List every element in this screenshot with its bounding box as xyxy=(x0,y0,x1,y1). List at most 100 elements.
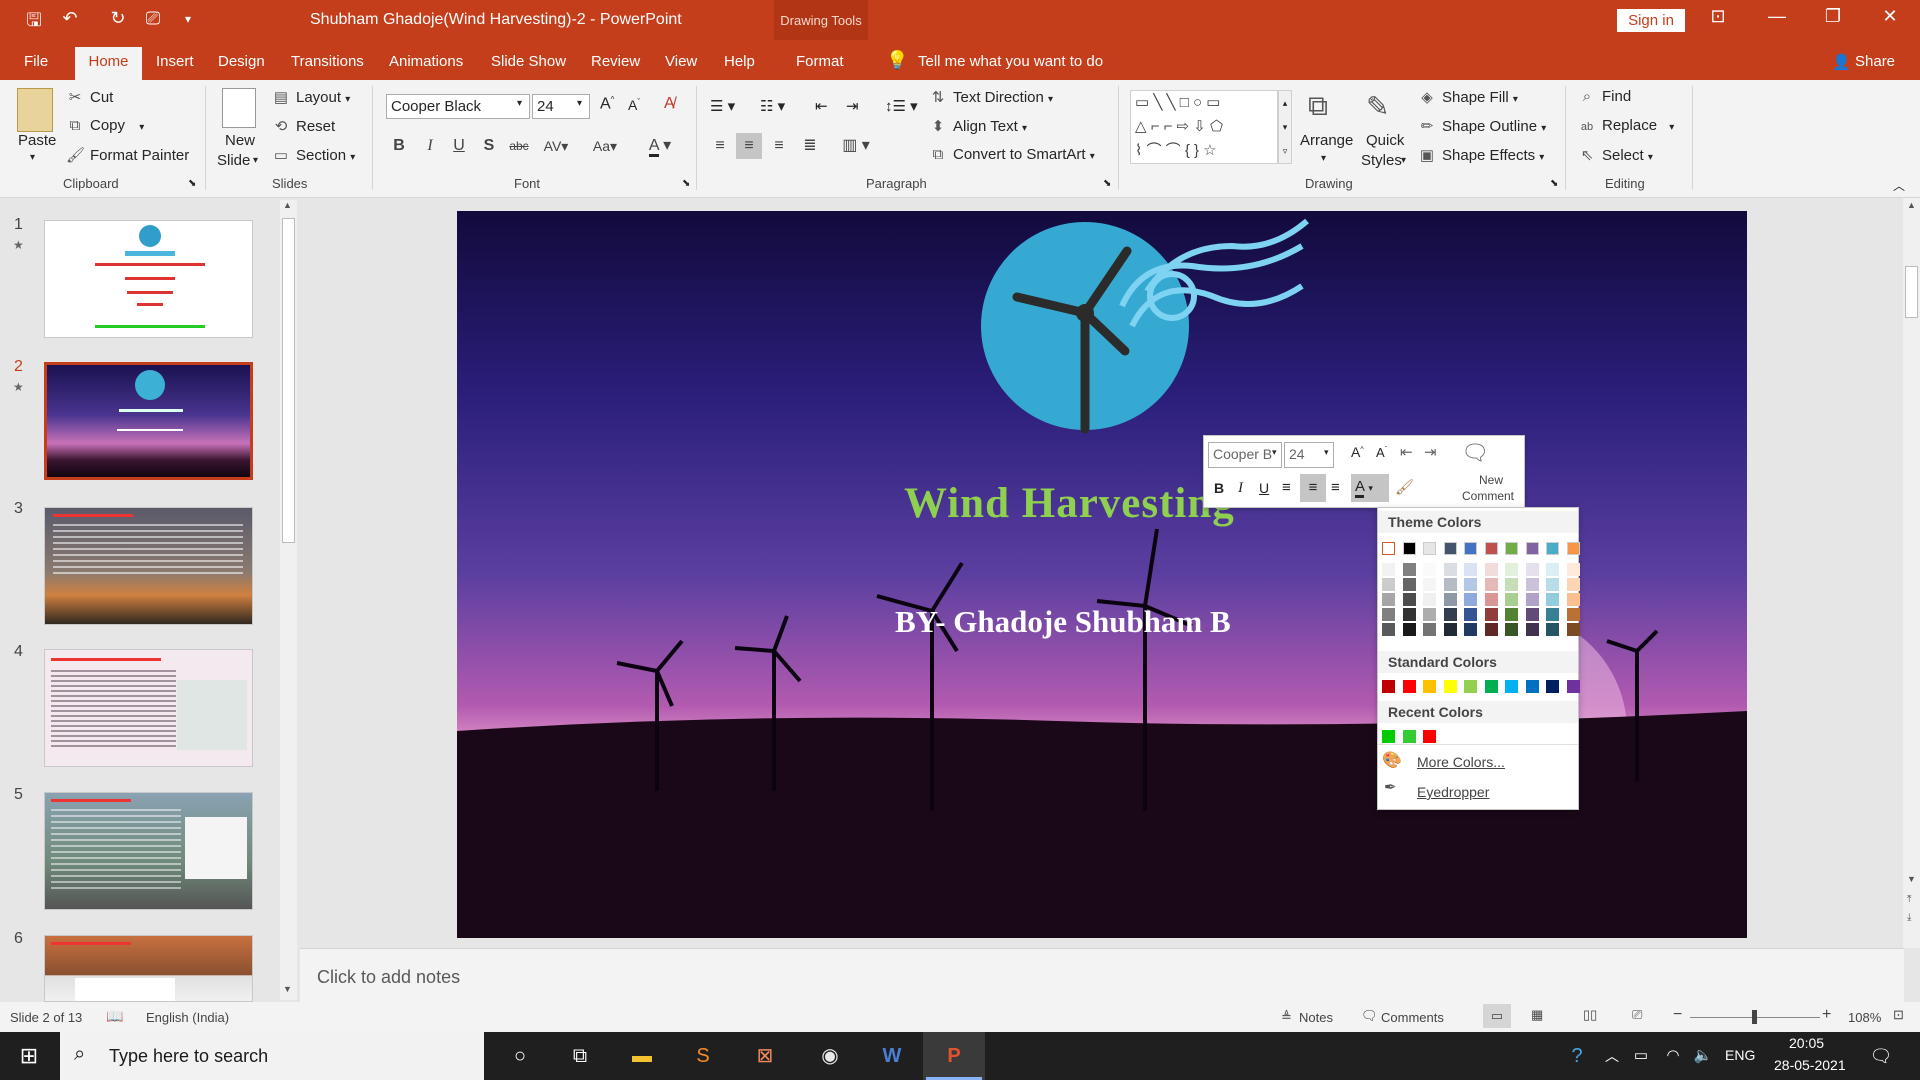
character-spacing-icon[interactable]: AV▾ xyxy=(538,133,574,159)
mini-decrease-indent-icon[interactable]: ⇤ xyxy=(1400,443,1413,461)
theme-color-shade-swatch[interactable] xyxy=(1484,623,1498,636)
theme-color-shade-swatch[interactable] xyxy=(1505,608,1518,621)
drawing-launcher-icon[interactable]: ⬊ xyxy=(1550,178,1558,189)
notifications-icon[interactable]: 🗨 xyxy=(1866,1042,1896,1070)
select-button[interactable]: ⇖ Select ▾ xyxy=(1578,146,1653,164)
quick-styles-label[interactable]: Quick xyxy=(1366,132,1404,149)
grow-font-icon[interactable]: A^ xyxy=(600,95,614,113)
taskbar-search[interactable]: ⌕ Type here to search xyxy=(60,1032,484,1080)
paste-icon[interactable] xyxy=(17,88,53,132)
tab-transitions[interactable]: Transitions xyxy=(291,53,364,70)
paragraph-launcher-icon[interactable]: ⬊ xyxy=(1103,178,1111,189)
theme-color-swatch[interactable] xyxy=(1464,542,1477,555)
slide-thumbnail-3[interactable] xyxy=(44,507,253,625)
standard-color-swatch[interactable] xyxy=(1546,680,1559,693)
theme-color-shade-swatch[interactable] xyxy=(1525,608,1539,621)
standard-color-swatch[interactable] xyxy=(1484,680,1498,693)
layout-button[interactable]: ▤ Layout ▾ xyxy=(272,88,350,106)
theme-color-shade-swatch[interactable] xyxy=(1484,563,1498,576)
zoom-level[interactable]: 108% xyxy=(1848,1010,1881,1025)
decrease-indent-icon[interactable]: ⇤ xyxy=(815,97,828,115)
theme-color-shade-swatch[interactable] xyxy=(1484,608,1498,621)
help-icon[interactable]: ? xyxy=(1562,1042,1592,1070)
font-name-combo[interactable]: Cooper Black xyxy=(386,94,530,119)
theme-color-swatch[interactable] xyxy=(1484,542,1498,555)
scroll-up-icon[interactable]: ▲ xyxy=(1907,200,1916,210)
numbering-icon[interactable]: ☷ ▾ xyxy=(760,97,785,115)
clear-formatting-icon[interactable]: A̸ xyxy=(664,95,675,113)
file-explorer-icon[interactable]: ▬ xyxy=(627,1042,657,1070)
text-direction-button[interactable]: ⇅ Text Direction ▾ xyxy=(929,88,1053,106)
theme-color-shade-swatch[interactable] xyxy=(1566,608,1580,621)
redo-icon[interactable]: ↻ xyxy=(106,8,130,29)
paste-dropdown-icon[interactable]: ▾ xyxy=(30,152,35,163)
theme-color-shade-swatch[interactable] xyxy=(1382,578,1395,591)
sign-in-button[interactable]: Sign in xyxy=(1617,9,1685,32)
comments-icon[interactable]: 🗨 xyxy=(1361,1008,1378,1024)
new-comment-label[interactable]: New xyxy=(1479,473,1503,487)
clock-time[interactable]: 20:05 xyxy=(1789,1035,1824,1051)
powerpoint-icon[interactable]: P xyxy=(939,1042,969,1070)
theme-color-shade-swatch[interactable] xyxy=(1402,578,1416,591)
scroll-down-icon[interactable]: ▼ xyxy=(1907,874,1916,884)
zoom-slider-thumb[interactable] xyxy=(1752,1010,1757,1024)
task-view-icon[interactable]: ⧉ xyxy=(565,1042,595,1070)
battery-icon[interactable]: ▭ xyxy=(1626,1042,1656,1070)
slide-thumbnail-4[interactable] xyxy=(44,649,253,767)
theme-color-shade-swatch[interactable] xyxy=(1443,608,1457,621)
theme-color-shade-swatch[interactable] xyxy=(1546,578,1559,591)
theme-color-shade-swatch[interactable] xyxy=(1443,623,1457,636)
increase-indent-icon[interactable]: ⇥ xyxy=(846,97,859,115)
find-button[interactable]: ⌕ Find xyxy=(1578,88,1631,105)
theme-color-shade-swatch[interactable] xyxy=(1443,593,1457,606)
theme-color-shade-swatch[interactable] xyxy=(1546,593,1559,606)
mini-bold-icon[interactable]: B xyxy=(1214,480,1224,496)
slide-scrollbar[interactable]: ▲ ▼ ⤒ ⤓ xyxy=(1903,198,1920,948)
wifi-icon[interactable]: ◠ xyxy=(1658,1042,1688,1070)
slide-title[interactable]: Wind Harvesting xyxy=(904,479,1235,528)
slide-author-text[interactable]: BY- Ghadoje Shubham B xyxy=(895,604,1231,640)
theme-color-shade-swatch[interactable] xyxy=(1505,578,1518,591)
standard-color-swatch[interactable] xyxy=(1423,680,1436,693)
font-name-dropdown-icon[interactable]: ▾ xyxy=(517,98,522,109)
mini-font-color-button[interactable]: A ▾ xyxy=(1351,474,1389,502)
standard-color-swatch[interactable] xyxy=(1443,680,1457,693)
xampp-icon[interactable]: ⊠ xyxy=(750,1042,780,1070)
justify-icon[interactable]: ≣ xyxy=(797,133,823,159)
theme-color-shade-swatch[interactable] xyxy=(1464,623,1477,636)
save-icon[interactable]: 🖫 xyxy=(22,8,46,38)
theme-color-shade-swatch[interactable] xyxy=(1505,563,1518,576)
reading-view-icon[interactable]: ▯▯ xyxy=(1583,1007,1597,1023)
mini-font-name-combo[interactable]: Cooper B xyxy=(1208,442,1282,468)
align-right-icon[interactable]: ≡ xyxy=(766,133,792,159)
clock-date[interactable]: 28-05-2021 xyxy=(1774,1057,1846,1073)
theme-color-swatch[interactable] xyxy=(1382,542,1395,555)
mini-font-size-dropdown-icon[interactable]: ▾ xyxy=(1324,447,1329,458)
change-case-icon[interactable]: Aa▾ xyxy=(585,133,625,159)
tab-design[interactable]: Design xyxy=(218,53,265,70)
spelling-check-icon[interactable]: 📖 xyxy=(106,1008,123,1025)
theme-color-swatch[interactable] xyxy=(1443,542,1457,555)
volume-icon[interactable]: 🔈 xyxy=(1688,1042,1718,1070)
theme-color-shade-swatch[interactable] xyxy=(1382,608,1395,621)
mini-align-left-icon[interactable]: ≡ xyxy=(1282,479,1291,496)
next-slide-icon[interactable]: ⤓ xyxy=(1907,912,1911,923)
comments-toggle[interactable]: Comments xyxy=(1381,1010,1444,1025)
theme-color-shade-swatch[interactable] xyxy=(1402,563,1416,576)
shapes-gallery[interactable]: ▭ ╲ ╲ □ ○ ▭ △ ⌐ ⌐ ⇨ ⇩ ⬠ ⌇ ⌒ ⌒ { } ☆ xyxy=(1130,90,1278,164)
standard-color-swatch[interactable] xyxy=(1566,680,1580,693)
theme-color-shade-swatch[interactable] xyxy=(1443,563,1457,576)
theme-color-shade-swatch[interactable] xyxy=(1566,578,1580,591)
recent-color-swatch[interactable] xyxy=(1382,730,1395,743)
convert-smartart-button[interactable]: ⧉ Convert to SmartArt ▾ xyxy=(929,146,1095,163)
tab-format[interactable]: Format xyxy=(796,53,844,70)
format-painter-button[interactable]: 🖌 Format Painter xyxy=(66,146,189,164)
theme-color-shade-swatch[interactable] xyxy=(1566,563,1580,576)
theme-color-swatch[interactable] xyxy=(1402,542,1416,555)
theme-color-shade-swatch[interactable] xyxy=(1525,563,1539,576)
theme-color-shade-swatch[interactable] xyxy=(1443,578,1457,591)
tell-me-search[interactable]: Tell me what you want to do xyxy=(918,53,1103,70)
show-hidden-icons[interactable]: ︿ xyxy=(1597,1042,1627,1070)
underline-icon[interactable]: U xyxy=(446,133,472,159)
standard-color-swatch[interactable] xyxy=(1525,680,1539,693)
